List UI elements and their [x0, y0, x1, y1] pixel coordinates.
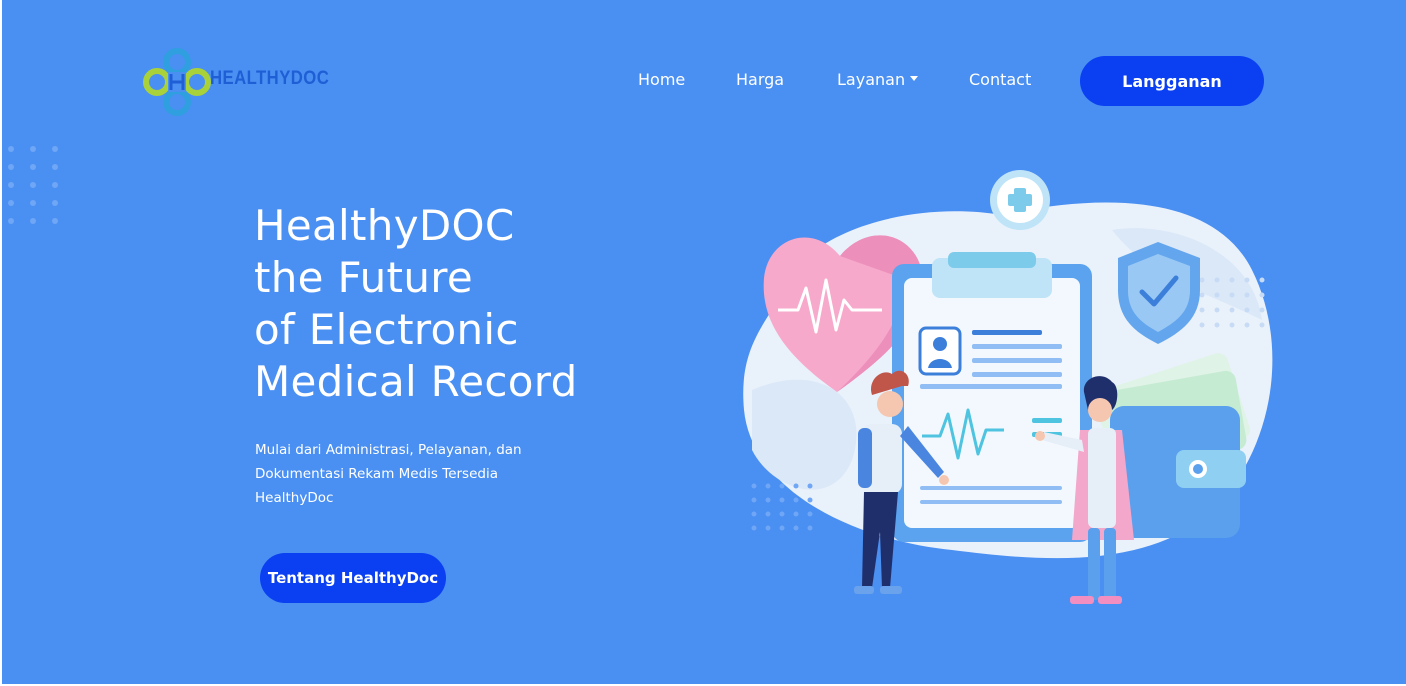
hero-title-line-4: Medical Record — [254, 357, 578, 406]
nav-contact[interactable]: Contact — [969, 70, 1031, 89]
hero-subtitle: Mulai dari Administrasi, Pelayanan, dan … — [255, 442, 522, 506]
nav-services-label: Layanan — [837, 70, 906, 89]
logo-icon — [143, 48, 211, 116]
hero-title-line-1: HealthyDOC — [254, 201, 515, 250]
hero-title: HealthyDOC the Future of Electronic Medi… — [254, 200, 694, 408]
hero-illustration — [743, 170, 1273, 604]
nav-pricing[interactable]: Harga — [736, 70, 784, 89]
about-button[interactable]: Tentang HealthyDoc — [260, 553, 446, 603]
nav-home[interactable]: Home — [638, 70, 685, 89]
caret-down-icon — [910, 76, 919, 81]
page: HEALTHYDOC Home Harga Layanan Contact La… — [2, 0, 1406, 684]
clipboard-icon — [892, 252, 1092, 542]
user-icon — [918, 326, 962, 376]
logo-text: HEALTHYDOC — [210, 68, 330, 89]
subscribe-button[interactable]: Langganan — [1080, 56, 1264, 106]
logo[interactable]: HEALTHYDOC — [142, 48, 332, 116]
hero-title-line-2: the Future — [254, 253, 474, 302]
nav-services[interactable]: Layanan — [837, 70, 919, 89]
hero-title-line-3: of Electronic — [254, 305, 519, 354]
plus-icon — [990, 170, 1050, 230]
